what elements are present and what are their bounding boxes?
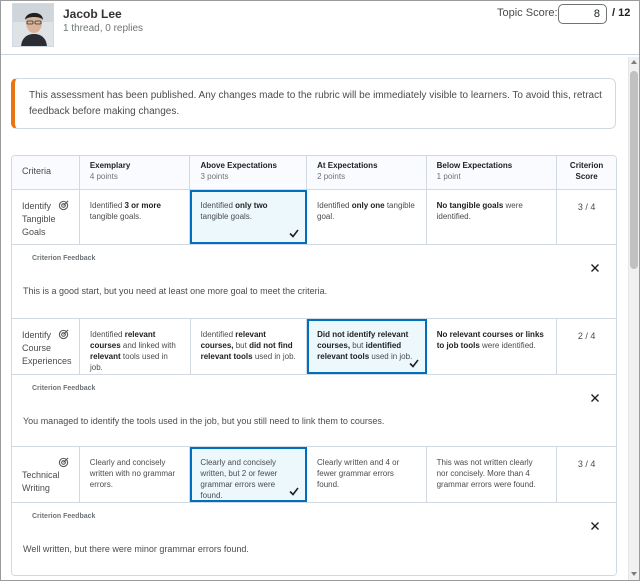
level-header: Below Expectations 1 point — [426, 156, 558, 189]
criterion-row: Technical Writing Clearly and concisely … — [12, 447, 616, 503]
level-cell[interactable]: Identified relevant courses, but did not… — [191, 319, 308, 374]
cell-text: Identified — [200, 330, 236, 339]
cell-text: Clearly and concisely written, but 2 or … — [200, 458, 278, 500]
checkmark-icon — [289, 487, 299, 496]
rubric-header-row: Criteria Exemplary 4 points Above Expect… — [12, 156, 616, 190]
cell-text: Identified — [89, 201, 125, 210]
level-points: 3 points — [200, 172, 229, 181]
criterion-name-cell: Identify Tangible Goals — [12, 190, 80, 244]
checkmark-icon — [409, 359, 419, 368]
cell-emphasis: No tangible goals — [436, 201, 504, 210]
level-cell[interactable]: Identified 3 or more tangible goals. — [80, 190, 191, 244]
level-name: Above Expectations — [200, 161, 277, 170]
close-icon[interactable] — [590, 521, 600, 531]
level-points: 4 points — [89, 172, 118, 181]
user-photo — [13, 4, 53, 46]
assessment-header: Jacob Lee 1 thread, 0 replies Topic Scor… — [1, 1, 639, 55]
checkmark-icon — [289, 229, 299, 238]
criterion-row: Identify Course Experiences Identified r… — [12, 319, 616, 375]
criterion-feedback-text[interactable]: This is a good start, but you need at le… — [23, 286, 327, 296]
level-cell-selected[interactable]: Did not identify relevant courses, but i… — [307, 319, 427, 374]
scroll-down-arrow-icon[interactable] — [631, 572, 637, 576]
criterion-feedback-text[interactable]: You managed to identify the tools used i… — [23, 416, 384, 426]
rubric-assessment-panel: Jacob Lee 1 thread, 0 replies Topic Scor… — [0, 0, 640, 581]
level-cell[interactable]: Identified only one tangible goal. — [307, 190, 427, 244]
level-cell[interactable]: Clearly and concisely written with no gr… — [80, 447, 191, 502]
topic-score-total: / 12 — [612, 7, 631, 19]
scrollbar-thumb[interactable] — [630, 71, 638, 269]
level-header: At Expectations 2 points — [307, 156, 427, 189]
cell-text: used in job. — [252, 352, 296, 361]
criterion-feedback-title: Criterion Feedback — [32, 513, 96, 520]
level-points: 2 points — [317, 172, 346, 181]
rubric-target-icon — [58, 329, 69, 340]
cell-emphasis: only one — [351, 201, 385, 210]
criterion-feedback: Criterion Feedback You managed to identi… — [12, 375, 616, 447]
level-cell[interactable]: Clearly written and 4 or fewer grammar e… — [307, 447, 427, 502]
cell-text: tangible goals. — [200, 212, 253, 221]
criteria-header: Criteria — [12, 156, 80, 189]
level-cell[interactable]: Identified relevant courses and linked w… — [80, 319, 191, 374]
criterion-score: 3 / 4 — [577, 202, 596, 212]
criterion-score-header: Criterion Score — [557, 156, 616, 189]
criterion-row: Identify Tangible Goals Identified 3 or … — [12, 190, 616, 245]
level-cell[interactable]: This was not written clearly nor concise… — [427, 447, 558, 502]
criterion-name-cell: Technical Writing — [12, 447, 80, 502]
level-header: Exemplary 4 points — [79, 156, 191, 189]
rubric-target-icon — [58, 200, 69, 211]
avatar — [12, 3, 54, 47]
user-name: Jacob Lee — [63, 7, 122, 21]
cell-text: Identified — [200, 201, 236, 210]
cell-text: Identified — [90, 330, 125, 339]
topic-score-label: Topic Score: — [497, 7, 558, 19]
level-name: Below Expectations — [436, 161, 513, 170]
cell-text: but — [233, 341, 250, 350]
close-icon[interactable] — [590, 393, 600, 403]
level-cell-selected[interactable]: Clearly and concisely written, but 2 or … — [190, 447, 308, 502]
published-warning-alert: This assessment has been published. Any … — [11, 78, 616, 129]
rubric-target-icon — [58, 457, 69, 468]
close-icon[interactable] — [590, 263, 600, 273]
cell-text: and linked with — [120, 341, 176, 350]
alert-text: This assessment has been published. Any … — [29, 90, 602, 117]
criterion-feedback-title: Criterion Feedback — [32, 255, 96, 262]
cell-text: This was not written clearly nor concise… — [436, 458, 536, 489]
criterion-score: 3 / 4 — [577, 459, 596, 469]
cell-text: were identified. — [479, 341, 536, 350]
cell-text: Clearly written and 4 or fewer grammar e… — [317, 458, 400, 489]
criterion-name: Technical Writing — [22, 470, 60, 493]
thread-count: 1 thread, 0 replies — [63, 23, 144, 34]
criterion-score-header-label: Criterion Score — [569, 161, 604, 181]
criterion-feedback: Criterion Feedback Well written, but the… — [12, 503, 616, 575]
level-name: Exemplary — [89, 161, 131, 170]
scroll-up-arrow-icon[interactable] — [631, 60, 637, 64]
cell-emphasis: 3 or more — [124, 201, 161, 210]
cell-emphasis: relevant — [90, 352, 121, 361]
criterion-feedback: Criterion Feedback This is a good start,… — [12, 245, 616, 319]
cell-text: used in job. — [369, 352, 413, 361]
level-cell[interactable]: No tangible goals were identified. — [427, 190, 558, 244]
rubric-table: Criteria Exemplary 4 points Above Expect… — [11, 155, 617, 576]
criterion-feedback-text[interactable]: Well written, but there were minor gramm… — [23, 544, 249, 554]
topic-score-input[interactable]: 8 — [558, 4, 607, 24]
criterion-name-cell: Identify Course Experiences — [12, 319, 80, 374]
cell-text: but — [350, 341, 366, 350]
level-cell[interactable]: No relevant courses or links to job tool… — [427, 319, 558, 374]
cell-text: Identified — [317, 201, 352, 210]
level-cell-selected[interactable]: Identified only two tangible goals. — [190, 190, 308, 244]
level-header: Above Expectations 3 points — [190, 156, 308, 189]
cell-text: tangible goals. — [89, 212, 142, 221]
cell-emphasis: only two — [235, 201, 268, 210]
criterion-score: 2 / 4 — [577, 331, 596, 341]
level-name: At Expectations — [317, 161, 378, 170]
criterion-feedback-title: Criterion Feedback — [32, 385, 96, 392]
level-points: 1 point — [436, 172, 461, 181]
cell-text: Clearly and concisely written with no gr… — [89, 458, 176, 489]
